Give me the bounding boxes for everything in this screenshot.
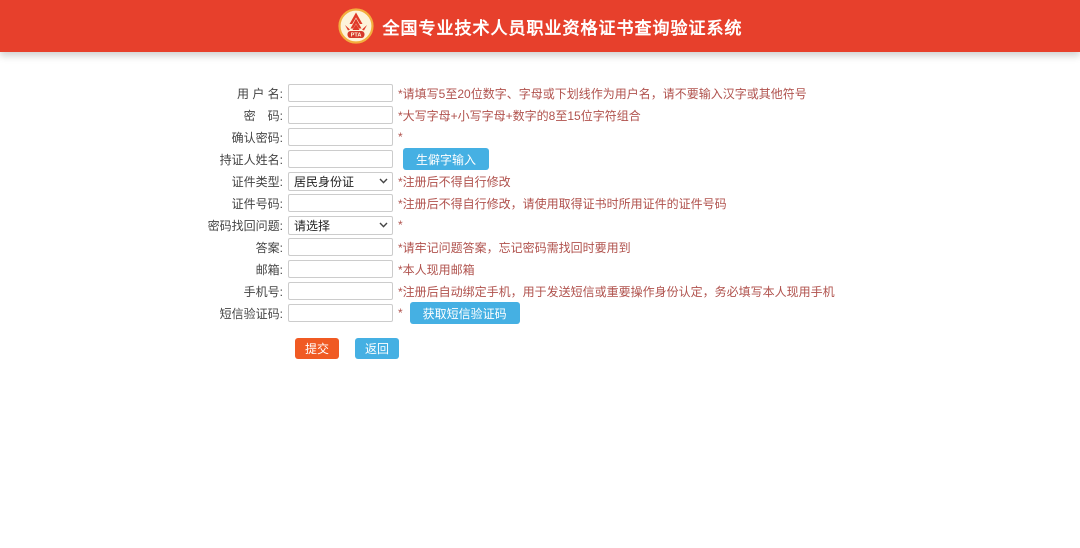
app-header: PTA 全国专业技术人员职业资格证书查询验证系统 [0,0,1080,52]
username-hint: *请填写5至20位数字、字母或下划线作为用户名，请不要输入汉字或其他符号 [398,85,807,102]
mobile-hint: *注册后自动绑定手机，用于发送短信或重要操作身份认定，务必填写本人现用手机 [398,283,835,300]
cert-type-hint: *注册后不得自行修改 [398,173,511,190]
cert-number-hint: *注册后不得自行修改，请使用取得证书时所用证件的证件号码 [398,195,727,212]
form-row-cert-number: 证件号码: *注册后不得自行修改，请使用取得证书时所用证件的证件号码 [0,192,1080,214]
security-question-selected-value: 请选择 [294,217,330,234]
security-question-label: 密码找回问题: [0,217,283,234]
password-input[interactable] [288,106,393,124]
confirm-password-hint: * [398,130,403,144]
chevron-down-icon [379,222,388,228]
form-row-password: 密 码: *大写字母+小写字母+数字的8至15位字符组合 [0,104,1080,126]
confirm-password-input[interactable] [288,128,393,146]
form-row-username: 用 户 名: *请填写5至20位数字、字母或下划线作为用户名，请不要输入汉字或其… [0,82,1080,104]
form-row-answer: 答案: *请牢记问题答案，忘记密码需找回时要用到 [0,236,1080,258]
form-actions: 提交 返回 [295,338,1080,359]
holder-name-label: 持证人姓名: [0,151,283,168]
email-label: 邮箱: [0,261,283,278]
sms-code-label: 短信验证码: [0,305,283,322]
security-question-hint: * [398,218,403,232]
page-title: 全国专业技术人员职业资格证书查询验证系统 [383,14,743,39]
form-row-confirm-password: 确认密码: * [0,126,1080,148]
answer-label: 答案: [0,239,283,256]
svg-text:PTA: PTA [350,33,361,39]
email-input[interactable] [288,260,393,278]
password-label: 密 码: [0,107,283,124]
username-label: 用 户 名: [0,85,283,102]
email-hint: *本人现用邮箱 [398,261,475,278]
holder-name-input[interactable] [288,150,393,168]
confirm-password-label: 确认密码: [0,129,283,146]
form-row-security-question: 密码找回问题: 请选择 * [0,214,1080,236]
form-row-email: 邮箱: *本人现用邮箱 [0,258,1080,280]
cert-type-selected-value: 居民身份证 [294,173,354,190]
sms-code-hint: * [398,306,403,320]
form-row-sms-code: 短信验证码: * 获取短信验证码 [0,302,1080,324]
sms-code-input[interactable] [288,304,393,322]
form-row-mobile: 手机号: *注册后自动绑定手机，用于发送短信或重要操作身份认定，务必填写本人现用… [0,280,1080,302]
mobile-input[interactable] [288,282,393,300]
rare-character-input-button[interactable]: 生僻字输入 [403,148,489,170]
password-hint: *大写字母+小写字母+数字的8至15位字符组合 [398,107,641,124]
mobile-label: 手机号: [0,283,283,300]
security-question-select[interactable]: 请选择 [288,216,393,235]
answer-hint: *请牢记问题答案，忘记密码需找回时要用到 [398,239,631,256]
form-row-holder-name: 持证人姓名: 生僻字输入 [0,148,1080,170]
cert-type-label: 证件类型: [0,173,283,190]
chevron-down-icon [379,178,388,184]
cert-number-input[interactable] [288,194,393,212]
username-input[interactable] [288,84,393,102]
back-button[interactable]: 返回 [355,338,399,359]
cert-type-select[interactable]: 居民身份证 [288,172,393,191]
pta-logo-icon: PTA [338,8,374,44]
form-row-cert-type: 证件类型: 居民身份证 *注册后不得自行修改 [0,170,1080,192]
submit-button[interactable]: 提交 [295,338,339,359]
answer-input[interactable] [288,238,393,256]
registration-form: 用 户 名: *请填写5至20位数字、字母或下划线作为用户名，请不要输入汉字或其… [0,82,1080,359]
get-sms-code-button[interactable]: 获取短信验证码 [410,302,520,324]
cert-number-label: 证件号码: [0,195,283,212]
